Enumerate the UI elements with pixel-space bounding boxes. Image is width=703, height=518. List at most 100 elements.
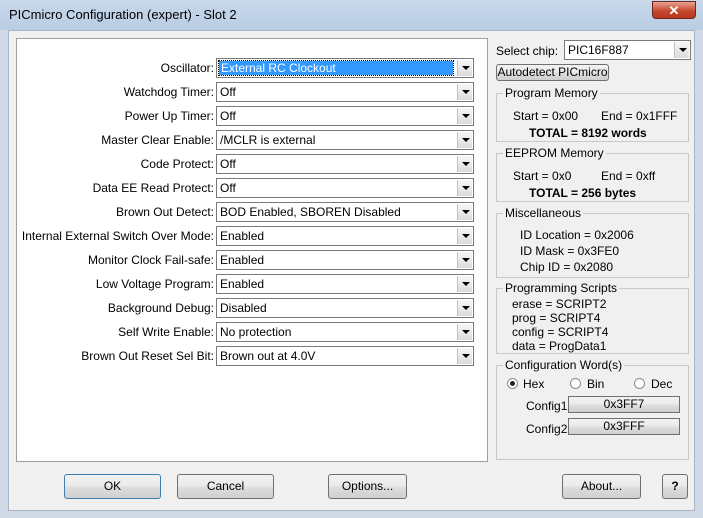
config-row-value: External RC Clockout bbox=[218, 60, 454, 76]
config2-value-button[interactable]: 0x3FFF bbox=[568, 418, 680, 435]
config-row-select[interactable]: BOD Enabled, SBOREN Disabled bbox=[216, 202, 474, 222]
chevron-down-icon[interactable] bbox=[457, 84, 472, 100]
config-row-label: Brown Out Reset Sel Bit: bbox=[81, 349, 214, 363]
config-row: Oscillator: External RC Clockout bbox=[17, 58, 487, 78]
config1-label: Config1 bbox=[526, 399, 568, 413]
program-memory-start: Start = 0x00 bbox=[513, 109, 579, 123]
chevron-down-icon[interactable] bbox=[457, 348, 472, 364]
config-row-label: Master Clear Enable: bbox=[101, 133, 214, 147]
config-row-value: Enabled bbox=[220, 277, 265, 291]
config-row-value: No protection bbox=[220, 325, 292, 339]
config-row-label: Data EE Read Protect: bbox=[92, 181, 214, 195]
chevron-down-icon[interactable] bbox=[457, 276, 472, 292]
config-row-select[interactable]: External RC Clockout bbox=[216, 58, 474, 78]
script-config: config = SCRIPT4 bbox=[512, 325, 609, 339]
config-row: Background Debug: Disabled bbox=[17, 298, 487, 318]
config-row-select[interactable]: Enabled bbox=[216, 274, 474, 294]
radio-hex-label: Hex bbox=[523, 377, 545, 391]
chip-select-value: PIC16F887 bbox=[568, 43, 629, 57]
cancel-button[interactable]: Cancel bbox=[177, 474, 274, 499]
config-row-value: Off bbox=[220, 157, 236, 171]
program-memory-total: TOTAL = 8192 words bbox=[529, 126, 647, 140]
close-button[interactable]: ✕ bbox=[652, 1, 696, 19]
config-row-value: Enabled bbox=[220, 229, 265, 243]
miscellaneous-group: Miscellaneous ID Location = 0x2006 ID Ma… bbox=[496, 206, 689, 278]
title-bar: PICmicro Configuration (expert) - Slot 2… bbox=[0, 0, 703, 30]
configuration-words-title: Configuration Word(s) bbox=[503, 358, 625, 372]
config-row-label: Oscillator: bbox=[160, 61, 214, 75]
autodetect-button[interactable]: Autodetect PICmicro bbox=[496, 64, 609, 81]
config-row-select[interactable]: Brown out at 4.0V bbox=[216, 346, 474, 366]
chevron-down-icon[interactable] bbox=[457, 180, 472, 196]
program-memory-group: Program Memory Start = 0x00 End = 0x1FFF… bbox=[496, 86, 689, 142]
programming-scripts-title: Programming Scripts bbox=[503, 281, 620, 295]
config-row-value: Off bbox=[220, 109, 236, 123]
config-row-select[interactable]: Off bbox=[216, 82, 474, 102]
chevron-down-icon[interactable] bbox=[457, 252, 472, 268]
script-data: data = ProgData1 bbox=[512, 339, 607, 353]
options-button[interactable]: Options... bbox=[328, 474, 407, 499]
chevron-down-icon[interactable] bbox=[457, 156, 472, 172]
config-row-select[interactable]: Off bbox=[216, 106, 474, 126]
config-row-label: Watchdog Timer: bbox=[123, 85, 214, 99]
config-row: Data EE Read Protect: Off bbox=[17, 178, 487, 198]
miscellaneous-title: Miscellaneous bbox=[503, 206, 584, 220]
config-row-select[interactable]: Enabled bbox=[216, 250, 474, 270]
config-row-select[interactable]: Enabled bbox=[216, 226, 474, 246]
config-row-label: Brown Out Detect: bbox=[115, 205, 214, 219]
eeprom-memory-start: Start = 0x0 bbox=[513, 169, 572, 183]
config-row-label: Low Voltage Program: bbox=[95, 277, 214, 291]
configuration-panel: Oscillator: External RC Clockout Watchdog … bbox=[16, 38, 488, 462]
dialog-client-area: Oscillator: External RC Clockout Watchdog … bbox=[8, 30, 695, 511]
config-row-label: Internal External Switch Over Mode: bbox=[21, 229, 214, 243]
radio-dec[interactable] bbox=[634, 378, 645, 389]
eeprom-memory-end: End = 0xff bbox=[601, 169, 656, 183]
config-row: Brown Out Reset Sel Bit: Brown out at 4.0… bbox=[17, 346, 487, 366]
configuration-words-group: Configuration Word(s) Hex Bin Dec Config… bbox=[496, 358, 689, 460]
config-row-select[interactable]: Off bbox=[216, 154, 474, 174]
radio-bin[interactable] bbox=[570, 378, 581, 389]
config-row-select[interactable]: Off bbox=[216, 178, 474, 198]
config-row-select[interactable]: Disabled bbox=[216, 298, 474, 318]
window-title: PICmicro Configuration (expert) - Slot 2 bbox=[9, 7, 237, 22]
config-row: Power Up Timer: Off bbox=[17, 106, 487, 126]
config-row-label: Monitor Clock Fail-safe: bbox=[87, 253, 214, 267]
config-row: Master Clear Enable: /MCLR is external bbox=[17, 130, 487, 150]
id-location: ID Location = 0x2006 bbox=[520, 228, 634, 242]
select-chip-label: Select chip: bbox=[496, 44, 559, 58]
program-memory-end: End = 0x1FFF bbox=[601, 109, 678, 123]
eeprom-memory-group: EEPROM Memory Start = 0x0 End = 0xff TOT… bbox=[496, 146, 689, 202]
script-prog: prog = SCRIPT4 bbox=[512, 311, 601, 325]
chip-id: Chip ID = 0x2080 bbox=[520, 260, 614, 274]
config-row-label: Background Debug: bbox=[107, 301, 214, 315]
config1-value-button[interactable]: 0x3FF7 bbox=[568, 396, 680, 413]
ok-button[interactable]: OK bbox=[64, 474, 161, 499]
config-row: Watchdog Timer: Off bbox=[17, 82, 487, 102]
config-row-select[interactable]: /MCLR is external bbox=[216, 130, 474, 150]
config-row: Self Write Enable: No protection bbox=[17, 322, 487, 342]
chevron-down-icon[interactable] bbox=[457, 300, 472, 316]
chevron-down-icon[interactable] bbox=[674, 42, 689, 58]
program-memory-title: Program Memory bbox=[503, 86, 600, 100]
chevron-down-icon[interactable] bbox=[457, 60, 472, 76]
chevron-down-icon[interactable] bbox=[457, 132, 472, 148]
about-button[interactable]: About... bbox=[562, 474, 641, 499]
chevron-down-icon[interactable] bbox=[457, 108, 472, 124]
config-row: Internal External Switch Over Mode: Enabl… bbox=[17, 226, 487, 246]
eeprom-memory-total: TOTAL = 256 bytes bbox=[529, 186, 637, 200]
help-button[interactable]: ? bbox=[662, 474, 688, 499]
id-mask: ID Mask = 0x3FE0 bbox=[520, 244, 620, 258]
chevron-down-icon[interactable] bbox=[457, 228, 472, 244]
chevron-down-icon[interactable] bbox=[457, 204, 472, 220]
config-row-label: Code Protect: bbox=[140, 157, 214, 171]
chip-select[interactable]: PIC16F887 bbox=[564, 40, 691, 60]
chevron-down-icon[interactable] bbox=[457, 324, 472, 340]
config-row: Monitor Clock Fail-safe: Enabled bbox=[17, 250, 487, 270]
config-row-label: Power Up Timer: bbox=[124, 109, 214, 123]
radio-hex[interactable] bbox=[507, 378, 518, 389]
config2-label: Config2 bbox=[526, 422, 568, 436]
config-row-value: /MCLR is external bbox=[220, 133, 316, 147]
script-erase: erase = SCRIPT2 bbox=[512, 297, 607, 311]
config-row-label: Self Write Enable: bbox=[118, 325, 214, 339]
config-row-select[interactable]: No protection bbox=[216, 322, 474, 342]
